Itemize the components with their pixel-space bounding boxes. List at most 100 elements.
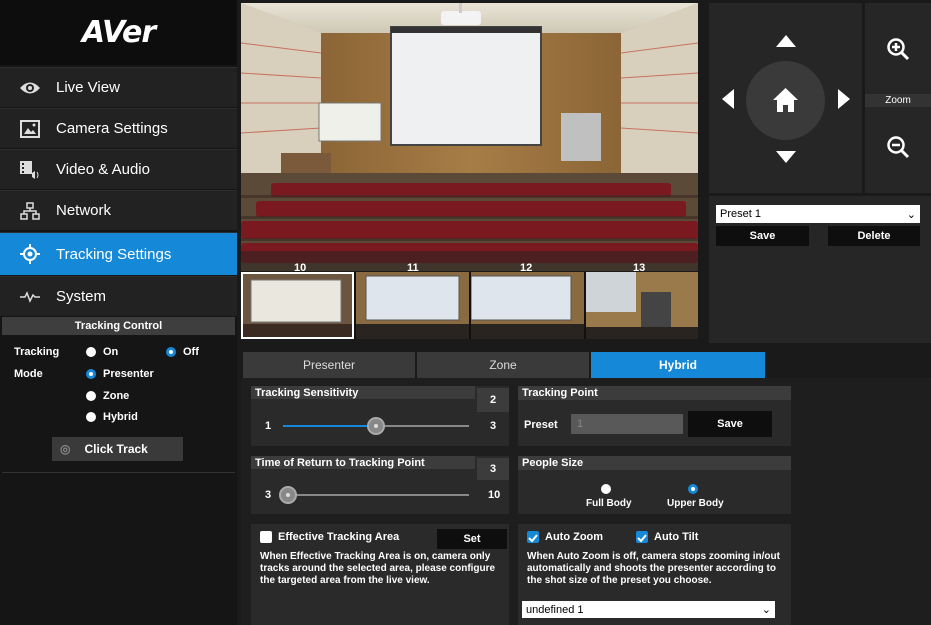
radio-dot-selected — [86, 369, 96, 379]
nav-item-network[interactable]: Network — [0, 190, 237, 230]
radio-label: On — [103, 346, 119, 358]
auto-tilt-checkbox[interactable] — [636, 531, 648, 543]
sensitivity-slider-thumb[interactable] — [367, 417, 385, 435]
home-button[interactable] — [746, 61, 825, 140]
mode-label: Mode — [14, 368, 43, 380]
return-time-slider-thumb[interactable] — [279, 486, 297, 504]
slider-max-label: 10 — [488, 489, 501, 501]
video-audio-icon — [17, 159, 43, 181]
auto-zoom-checkbox[interactable] — [527, 531, 539, 543]
preset-save-button[interactable]: Save — [716, 226, 809, 246]
mode-presenter-radio[interactable]: Presenter — [86, 368, 154, 380]
zoom-out-icon[interactable] — [886, 135, 910, 159]
upper-body-radio[interactable] — [688, 484, 698, 494]
tracking-point-preset-input[interactable]: 1 — [571, 414, 683, 434]
nav-label: Video & Audio — [56, 161, 150, 178]
preset-thumbnails — [241, 272, 698, 339]
tracking-off-radio[interactable]: Off — [166, 346, 199, 358]
preset-thumbnail[interactable] — [471, 272, 584, 339]
return-time-value: 3 — [477, 458, 509, 480]
return-time-slider-track[interactable] — [283, 494, 469, 496]
pan-down-button[interactable] — [776, 151, 796, 163]
pan-up-button[interactable] — [776, 35, 796, 47]
effective-area-description: When Effective Tracking Area is on, came… — [260, 551, 496, 586]
pulse-icon — [17, 286, 43, 308]
thumbnail-number: 12 — [520, 262, 533, 271]
preset-thumbnail[interactable] — [356, 272, 469, 339]
zoom-label: Zoom — [865, 94, 931, 107]
shot-size-select-value: undefined 1 — [526, 603, 584, 616]
preset-thumbnail[interactable] — [586, 272, 698, 339]
pan-left-button[interactable] — [722, 89, 734, 109]
mode-hybrid-radio[interactable]: Hybrid — [86, 411, 138, 423]
radio-dot — [86, 391, 96, 401]
tracking-point-title: Tracking Point — [518, 386, 791, 400]
auto-zoom-label: Auto Zoom — [545, 531, 604, 543]
radio-label: Zone — [103, 390, 130, 402]
tracking-label: Tracking — [14, 346, 60, 358]
auto-zoom-description: When Auto Zoom is off, camera stops zoom… — [527, 551, 780, 586]
return-time-title: Time of Return to Tracking Point — [251, 456, 475, 469]
nav-label: System — [56, 288, 107, 305]
brand-logo: AVer — [0, 0, 237, 65]
nav-label: Tracking Settings — [56, 245, 172, 263]
tab-presenter[interactable]: Presenter — [243, 352, 415, 378]
auto-tilt-label: Auto Tilt — [654, 531, 699, 543]
click-track-button[interactable]: ◎ Click Track — [52, 437, 183, 461]
nav-item-tracking-settings[interactable]: Tracking Settings — [0, 232, 237, 275]
slider-min-label: 3 — [265, 489, 272, 501]
nav-item-live-view[interactable]: Live View — [0, 67, 237, 107]
mode-zone-radio[interactable]: Zone — [86, 390, 129, 402]
thumbnail-number: 11 — [407, 262, 419, 271]
ptz-control — [709, 3, 862, 193]
radio-dot — [86, 347, 96, 357]
effective-area-checkbox[interactable] — [260, 531, 272, 543]
nav-label: Camera Settings — [56, 120, 168, 137]
shot-size-select[interactable]: undefined 1 ⌄ — [522, 601, 775, 618]
radio-label: Presenter — [103, 368, 154, 380]
thumbnail-number: 10 — [294, 262, 307, 271]
nav-item-camera-settings[interactable]: Camera Settings — [0, 108, 237, 148]
radio-label: Hybrid — [103, 411, 138, 423]
click-track-label: Click Track — [84, 442, 148, 456]
chevron-down-icon: ⌄ — [906, 208, 916, 221]
tracking-point-preset-label: Preset — [524, 419, 558, 431]
tracking-on-radio[interactable]: On — [86, 346, 118, 358]
zoom-in-icon[interactable] — [886, 37, 910, 61]
tab-hybrid[interactable]: Hybrid — [591, 352, 765, 378]
effective-area-set-button[interactable]: Set — [437, 529, 507, 549]
nav-item-system[interactable]: System — [0, 276, 237, 316]
preset-delete-button[interactable]: Delete — [828, 226, 920, 246]
tracking-point-save-button[interactable]: Save — [688, 411, 772, 437]
nav-label: Network — [56, 202, 112, 219]
pan-right-button[interactable] — [838, 89, 850, 109]
radio-dot — [86, 412, 96, 422]
preset-select-value: Preset 1 — [720, 208, 761, 220]
sensitivity-slider-fill — [283, 425, 376, 427]
upper-body-label: Upper Body — [667, 498, 724, 509]
slider-max-label: 3 — [490, 420, 497, 432]
nav-item-video-audio[interactable]: Video & Audio — [0, 149, 237, 189]
tracking-sensitivity-value: 2 — [477, 388, 509, 412]
target-icon: ◎ — [60, 442, 71, 456]
divider — [2, 472, 235, 473]
eye-icon — [17, 77, 43, 99]
zoom-panel: Zoom — [865, 3, 931, 193]
people-size-title: People Size — [518, 456, 791, 470]
nav-label: Live View — [56, 79, 120, 96]
check-icon — [528, 534, 538, 543]
preset-thumbnail[interactable] — [241, 272, 354, 339]
radio-label: Off — [183, 346, 199, 358]
thumbnail-number: 13 — [633, 262, 646, 271]
check-icon — [637, 534, 647, 543]
home-icon — [773, 88, 798, 112]
slider-min-label: 1 — [265, 420, 272, 432]
network-icon — [17, 200, 43, 222]
preset-select[interactable]: Preset 1 ⌄ — [716, 205, 920, 223]
tab-zone[interactable]: Zone — [417, 352, 589, 378]
radio-dot-selected — [166, 347, 176, 357]
effective-area-label: Effective Tracking Area — [278, 531, 400, 543]
live-view[interactable]: 10 11 12 13 — [241, 3, 698, 271]
full-body-label: Full Body — [586, 498, 632, 509]
full-body-radio[interactable] — [601, 484, 611, 494]
